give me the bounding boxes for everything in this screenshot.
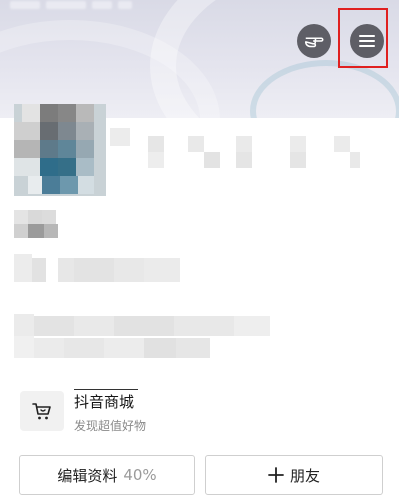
shopping-cart-icon [32, 403, 51, 420]
gesture-button[interactable] [297, 24, 331, 58]
profile-stats-redacted [110, 128, 360, 182]
shop-subtitle: 发现超值好物 [74, 419, 147, 433]
plus-icon [268, 467, 284, 483]
edit-profile-button[interactable]: 编辑资料 40% [19, 455, 195, 495]
pointing-hand-icon [304, 37, 324, 48]
profile-completion-percent: 40% [123, 466, 157, 484]
username-redacted [14, 210, 74, 240]
edit-profile-label: 编辑资料 [57, 466, 118, 485]
user-id-redacted [14, 254, 184, 284]
highlight-box [338, 8, 388, 68]
status-bar [10, 0, 160, 9]
shop-title[interactable]: 抖音商城 [74, 391, 134, 412]
shop-title-underline [74, 389, 138, 390]
avatar[interactable] [14, 104, 106, 196]
add-friend-label: 朋友 [289, 466, 320, 485]
bio-redacted [14, 314, 270, 366]
shop-entry-icon-box[interactable] [20, 391, 64, 431]
add-friend-button[interactable]: 朋友 [205, 455, 383, 495]
